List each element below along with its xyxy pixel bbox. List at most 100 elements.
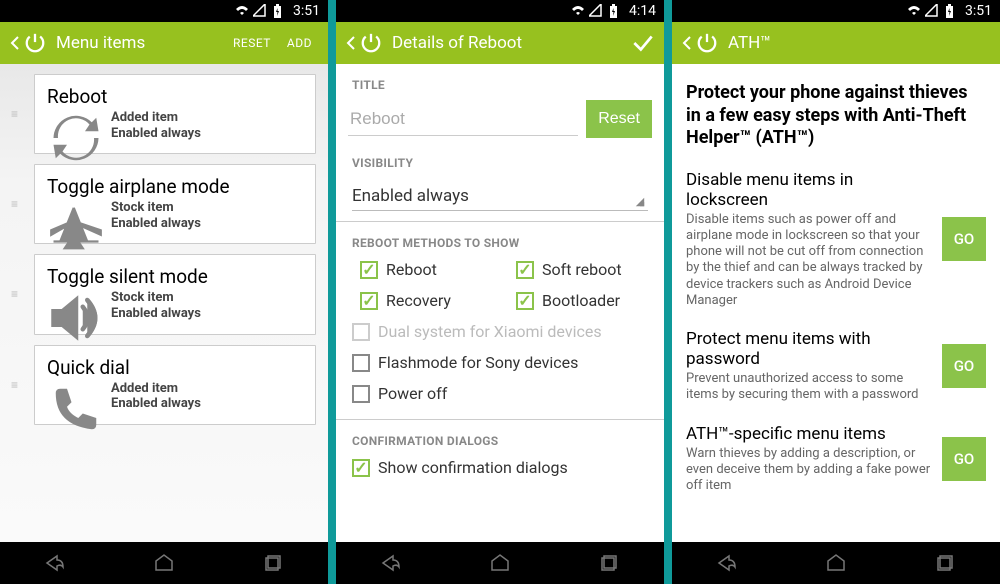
drag-handle-icon[interactable]: ≡ (11, 107, 21, 121)
nav-recent-icon[interactable] (595, 552, 623, 574)
checkbox-icon (352, 385, 370, 403)
ath-item-title: Disable menu items in lockscreen (686, 170, 932, 210)
reset-action[interactable]: RESET (225, 30, 279, 56)
app-icon[interactable] (694, 30, 720, 56)
app-icon[interactable] (358, 30, 384, 56)
screen-title: Menu items (56, 33, 225, 53)
checkbox-label: Soft reboot (542, 260, 622, 279)
checkbox-icon (516, 261, 534, 279)
nav-recent-icon[interactable] (931, 552, 959, 574)
menu-item-silent[interactable]: ≡ Toggle silent mode Stock item Enabled … (34, 254, 316, 334)
volume-icon (49, 291, 103, 345)
checkbox-icon (352, 354, 370, 372)
visibility-spinner[interactable]: Enabled always (352, 180, 648, 211)
menu-item-title: Reboot (47, 85, 303, 108)
back-icon[interactable] (8, 36, 22, 50)
menu-item-title: Toggle airplane mode (47, 175, 303, 198)
ath-item-specific: ATH™-specific menu items Warn thieves by… (672, 414, 1000, 505)
wifi-icon (571, 4, 585, 18)
menu-item-line2: Enabled always (111, 396, 303, 412)
menu-item-line1: Added item (111, 381, 303, 397)
battery-icon (607, 4, 621, 18)
go-button[interactable]: GO (942, 437, 986, 481)
app-icon[interactable] (22, 30, 48, 56)
nav-back-icon[interactable] (377, 552, 405, 574)
ath-intro: Protect your phone against thieves in a … (672, 64, 1000, 160)
checkbox-label: Dual system for Xiaomi devices (378, 322, 602, 341)
status-bar: 3:51 (0, 0, 328, 22)
signal-icon (925, 4, 939, 18)
section-title: TITLE (336, 64, 664, 96)
menu-item-title: Toggle silent mode (47, 265, 303, 288)
action-bar: Details of Reboot (336, 22, 664, 64)
airplane-icon (49, 201, 103, 255)
go-button[interactable]: GO (942, 217, 986, 261)
menu-item-line1: Added item (111, 110, 303, 126)
checkbox-reboot[interactable]: Reboot (344, 254, 500, 285)
nav-home-icon[interactable] (486, 552, 514, 574)
checkbox-label: Reboot (386, 260, 437, 279)
title-input[interactable] (348, 103, 578, 136)
reboot-icon (49, 111, 103, 165)
go-button[interactable]: GO (942, 344, 986, 388)
nav-bar (672, 542, 1000, 584)
menu-items-list[interactable]: ≡ Reboot Added item Enabled always ≡ Tog… (0, 64, 328, 542)
ath-item-disable-lockscreen: Disable menu items in lockscreen Disable… (672, 160, 1000, 320)
nav-back-icon[interactable] (41, 552, 69, 574)
menu-item-quickdial[interactable]: ≡ Quick dial Added item Enabled always (34, 345, 316, 425)
done-icon[interactable] (630, 30, 656, 56)
checkbox-recovery[interactable]: Recovery (344, 285, 500, 316)
action-bar: ATH™ (672, 22, 1000, 64)
checkbox-icon (352, 323, 370, 341)
nav-bar (0, 542, 328, 584)
checkbox-icon (360, 292, 378, 310)
section-confirm: CONFIRMATION DIALOGS (336, 420, 664, 452)
ath-item-desc: Prevent unauthorized access to some item… (686, 371, 932, 404)
menu-item-line2: Enabled always (111, 126, 303, 142)
reset-title-button[interactable]: Reset (586, 100, 652, 138)
checkbox-confirm[interactable]: Show confirmation dialogs (336, 452, 664, 483)
ath-item-desc: Disable items such as power off and airp… (686, 212, 932, 310)
screen-title: ATH™ (728, 33, 992, 53)
signal-icon (589, 4, 603, 18)
nav-recent-icon[interactable] (259, 552, 287, 574)
detail-form[interactable]: TITLE Reset VISIBILITY Enabled always RE… (336, 64, 664, 542)
checkbox-label: Recovery (386, 291, 451, 310)
drag-handle-icon[interactable]: ≡ (11, 287, 21, 301)
nav-home-icon[interactable] (822, 552, 850, 574)
menu-item-reboot[interactable]: ≡ Reboot Added item Enabled always (34, 74, 316, 154)
screen-title: Details of Reboot (392, 33, 630, 53)
status-time: 3:51 (293, 3, 320, 19)
checkbox-power-off[interactable]: Power off (336, 378, 664, 409)
drag-handle-icon[interactable]: ≡ (11, 197, 21, 211)
menu-item-airplane[interactable]: ≡ Toggle airplane mode Stock item Enable… (34, 164, 316, 244)
nav-home-icon[interactable] (150, 552, 178, 574)
back-icon[interactable] (680, 36, 694, 50)
ath-list[interactable]: Protect your phone against thieves in a … (672, 64, 1000, 542)
menu-item-line1: Stock item (111, 290, 303, 306)
menu-item-line1: Stock item (111, 200, 303, 216)
back-icon[interactable] (344, 36, 358, 50)
checkbox-flashmode[interactable]: Flashmode for Sony devices (336, 347, 664, 378)
phone-icon (49, 382, 103, 436)
battery-icon (271, 4, 285, 18)
checkbox-soft-reboot[interactable]: Soft reboot (500, 254, 656, 285)
checkbox-label: Flashmode for Sony devices (378, 353, 578, 372)
ath-item-title: Protect menu items with password (686, 329, 932, 369)
checkbox-label: Bootloader (542, 291, 620, 310)
nav-back-icon[interactable] (713, 552, 741, 574)
status-bar: 3:51 (672, 0, 1000, 22)
ath-item-title: ATH™-specific menu items (686, 424, 932, 444)
ath-item-password: Protect menu items with password Prevent… (672, 319, 1000, 414)
checkbox-bootloader[interactable]: Bootloader (500, 285, 656, 316)
section-visibility: VISIBILITY (336, 142, 664, 174)
status-time: 3:51 (965, 3, 992, 19)
checkbox-label: Show confirmation dialogs (378, 458, 568, 477)
section-methods: REBOOT METHODS TO SHOW (336, 222, 664, 254)
status-bar: 4:14 (336, 0, 664, 22)
add-action[interactable]: ADD (279, 30, 320, 56)
drag-handle-icon[interactable]: ≡ (11, 378, 21, 392)
checkbox-icon (516, 292, 534, 310)
wifi-icon (235, 4, 249, 18)
checkbox-icon (352, 459, 370, 477)
